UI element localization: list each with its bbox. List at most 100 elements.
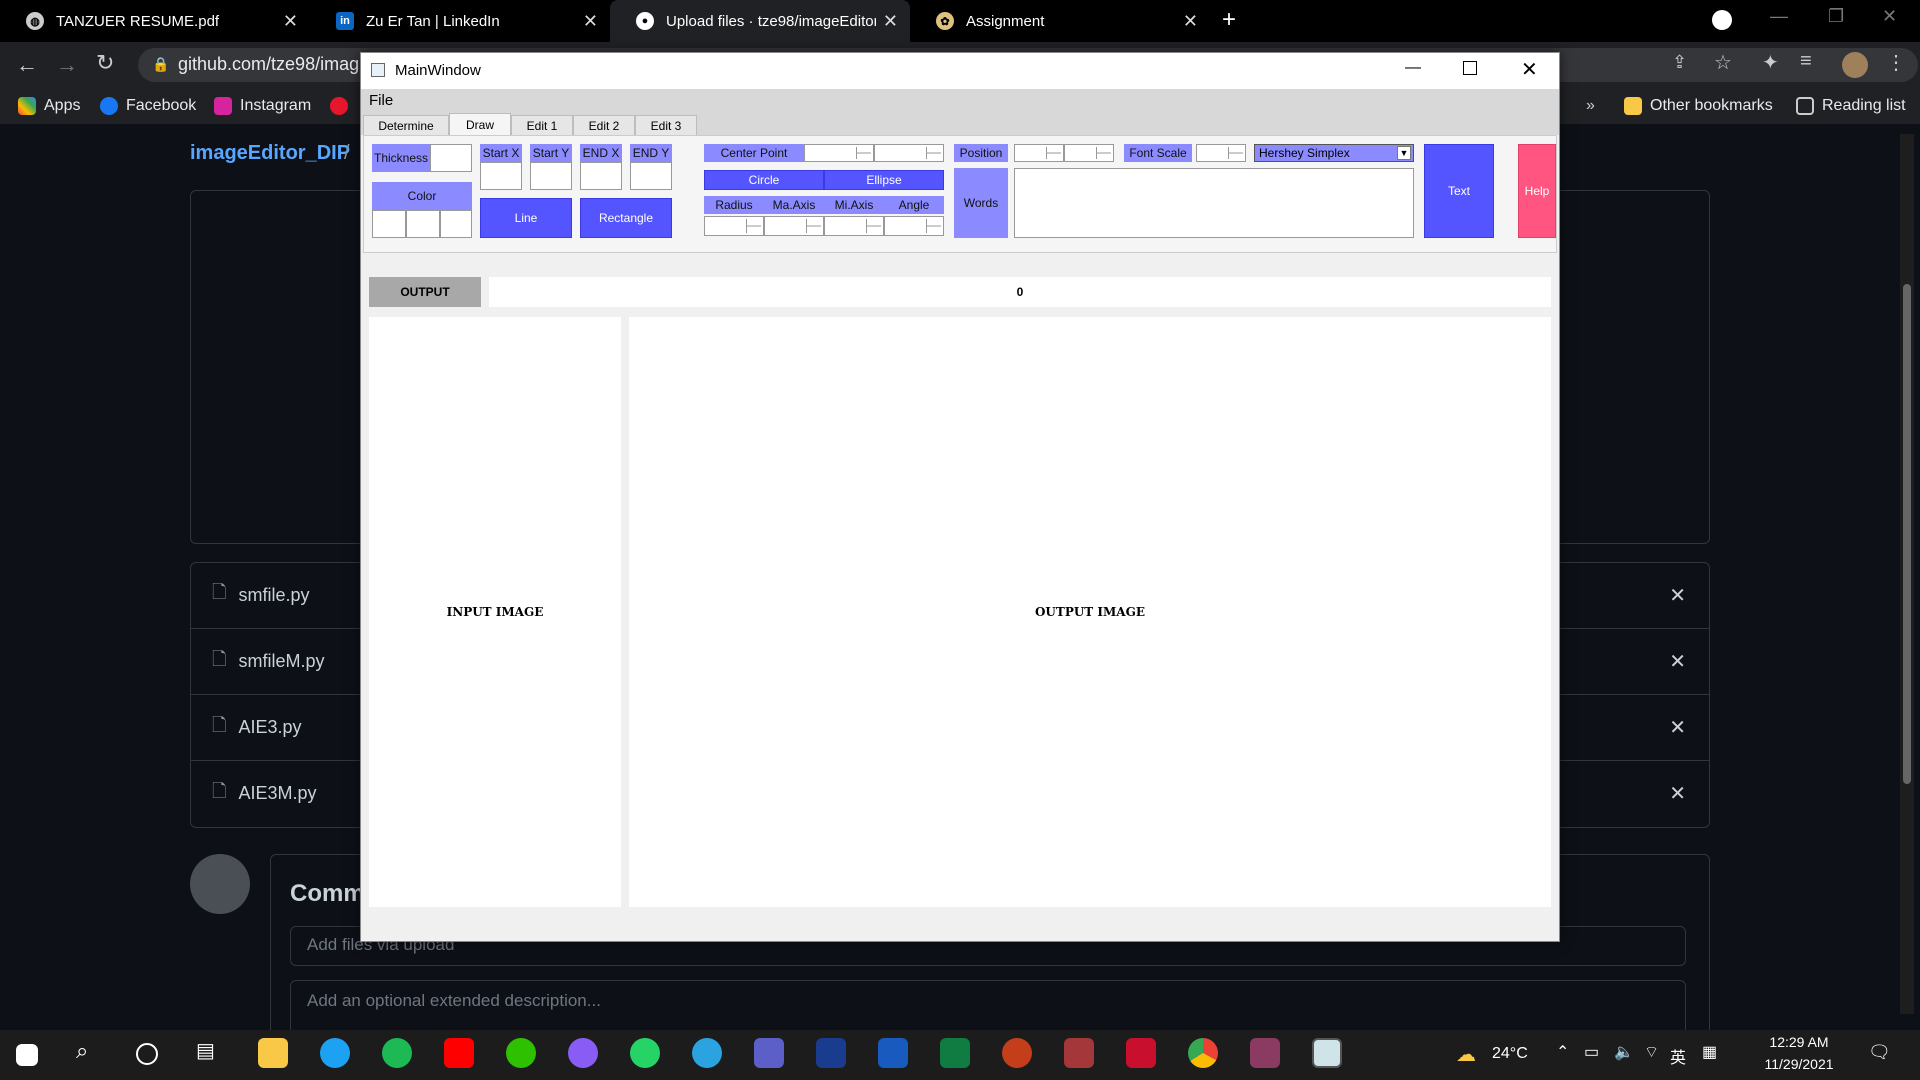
- ime-mode-icon[interactable]: ▦: [1702, 1042, 1717, 1062]
- wifi-icon[interactable]: ⌔: [1644, 1042, 1659, 1062]
- start-y-input[interactable]: [530, 162, 572, 190]
- star-icon[interactable]: ☆: [1714, 50, 1732, 75]
- teams-icon[interactable]: [754, 1038, 784, 1068]
- rectangle-button[interactable]: Rectangle: [580, 198, 672, 238]
- remove-file-icon[interactable]: ✕: [1669, 649, 1686, 674]
- color-g-input[interactable]: [406, 210, 440, 238]
- tab-draw[interactable]: Draw: [449, 113, 511, 135]
- repo-link[interactable]: imageEditor_DIP: [190, 142, 350, 165]
- start-x-input[interactable]: [480, 162, 522, 190]
- thickness-input[interactable]: [430, 144, 472, 172]
- forward-icon[interactable]: →: [56, 52, 78, 78]
- color-b-input[interactable]: [440, 210, 472, 238]
- notification-icon[interactable]: 🗨: [1868, 1042, 1891, 1063]
- close-icon[interactable]: ✕: [1521, 57, 1538, 82]
- mi-axis-spinbox[interactable]: [824, 216, 884, 236]
- tray-chevron-icon[interactable]: ⌃: [1556, 1042, 1569, 1062]
- close-tab-icon[interactable]: ✕: [583, 11, 598, 32]
- mendeley-icon[interactable]: [1126, 1038, 1156, 1068]
- minimize-icon[interactable]: —: [1770, 6, 1788, 27]
- twitter-icon[interactable]: [320, 1038, 350, 1068]
- avatar[interactable]: [1842, 52, 1868, 78]
- remove-file-icon[interactable]: ✕: [1669, 583, 1686, 608]
- menu-file[interactable]: File: [369, 92, 393, 109]
- whatsapp-icon[interactable]: [630, 1038, 660, 1068]
- close-tab-icon[interactable]: ✕: [883, 11, 898, 32]
- winrar-icon[interactable]: [1250, 1038, 1280, 1068]
- remove-file-icon[interactable]: ✕: [1669, 715, 1686, 740]
- bookmark-instagram[interactable]: Instagram: [214, 88, 311, 124]
- powerpoint-icon[interactable]: [1002, 1038, 1032, 1068]
- clock-time[interactable]: 12:29 AM: [1744, 1034, 1854, 1050]
- search-icon[interactable]: ⌕: [76, 1038, 106, 1068]
- font-scale-spinbox[interactable]: [1196, 144, 1246, 162]
- share-icon[interactable]: ⇪: [1672, 52, 1687, 73]
- tab-search-icon[interactable]: [1712, 10, 1732, 30]
- wechat-icon[interactable]: [506, 1038, 536, 1068]
- browser-tab-active[interactable]: ● Upload files · tze98/imageEditor_ ✕: [610, 0, 910, 42]
- battery-icon[interactable]: ▭: [1584, 1042, 1599, 1062]
- angle-spinbox[interactable]: [884, 216, 944, 236]
- color-r-input[interactable]: [372, 210, 406, 238]
- chrome-icon[interactable]: [1188, 1038, 1218, 1068]
- start-icon[interactable]: [16, 1044, 38, 1066]
- center-x-spinbox[interactable]: [804, 144, 874, 162]
- close-tab-icon[interactable]: ✕: [1183, 11, 1198, 32]
- circle-button[interactable]: Circle: [704, 170, 824, 190]
- media-icon[interactable]: ≡: [1800, 50, 1812, 73]
- task-view-icon[interactable]: ▤: [196, 1038, 226, 1068]
- help-button[interactable]: Help: [1518, 144, 1556, 238]
- tab-edit-2[interactable]: Edit 2: [573, 115, 635, 135]
- text-button[interactable]: Text: [1424, 144, 1494, 238]
- browser-tab[interactable]: in Zu Er Tan | LinkedIn ✕: [310, 0, 610, 42]
- spotify-icon[interactable]: [382, 1038, 412, 1068]
- weather-temp[interactable]: 24°C: [1492, 1045, 1528, 1063]
- telegram-icon[interactable]: [692, 1038, 722, 1068]
- maximize-icon[interactable]: [1463, 61, 1477, 75]
- cortana-icon[interactable]: [136, 1043, 158, 1065]
- bookmark-reading-list[interactable]: Reading list: [1796, 88, 1906, 124]
- back-icon[interactable]: ←: [16, 52, 38, 78]
- access-icon[interactable]: [1064, 1038, 1094, 1068]
- word-icon[interactable]: [878, 1038, 908, 1068]
- webex-icon[interactable]: [816, 1038, 846, 1068]
- clock-date[interactable]: 11/29/2021: [1744, 1056, 1854, 1072]
- youtube-icon[interactable]: [444, 1038, 474, 1068]
- end-x-input[interactable]: [580, 162, 622, 190]
- close-icon[interactable]: ✕: [1882, 6, 1897, 27]
- ellipse-button[interactable]: Ellipse: [824, 170, 944, 190]
- restore-icon[interactable]: ❐: [1828, 6, 1844, 27]
- weibo-icon[interactable]: [330, 88, 356, 124]
- tab-determine[interactable]: Determine: [363, 115, 449, 135]
- ime-indicator[interactable]: 英: [1670, 1044, 1686, 1068]
- scrollbar-thumb[interactable]: [1903, 284, 1911, 784]
- bookmarks-overflow-icon[interactable]: »: [1586, 88, 1595, 124]
- excel-icon[interactable]: [940, 1038, 970, 1068]
- scrollbar[interactable]: [1900, 134, 1914, 1014]
- font-select[interactable]: Hershey Simplex ▼: [1254, 144, 1414, 162]
- close-tab-icon[interactable]: ✕: [283, 11, 298, 32]
- radius-spinbox[interactable]: [704, 216, 764, 236]
- end-y-input[interactable]: [630, 162, 672, 190]
- volume-icon[interactable]: 🔈: [1614, 1042, 1634, 1062]
- extensions-icon[interactable]: ✦: [1762, 50, 1779, 75]
- reload-icon[interactable]: ↻: [96, 50, 114, 76]
- line-button[interactable]: Line: [480, 198, 572, 238]
- position-y-spinbox[interactable]: [1064, 144, 1114, 162]
- menu-icon[interactable]: ⋮: [1886, 50, 1906, 75]
- remove-file-icon[interactable]: ✕: [1669, 781, 1686, 806]
- bookmark-facebook[interactable]: Facebook: [100, 88, 196, 124]
- new-tab-icon[interactable]: +: [1222, 6, 1236, 34]
- python-app-icon[interactable]: [1312, 1038, 1342, 1068]
- browser-tab[interactable]: ◍ TANZUER RESUME.pdf ✕: [0, 0, 310, 42]
- tab-edit-1[interactable]: Edit 1: [511, 115, 573, 135]
- position-x-spinbox[interactable]: [1014, 144, 1064, 162]
- words-input[interactable]: [1014, 168, 1414, 238]
- tab-edit-3[interactable]: Edit 3: [635, 115, 697, 135]
- file-explorer-icon[interactable]: [258, 1038, 288, 1068]
- bookmark-apps[interactable]: Apps: [18, 88, 80, 124]
- browser-tab[interactable]: ✿ Assignment ✕: [910, 0, 1210, 42]
- ma-axis-spinbox[interactable]: [764, 216, 824, 236]
- messenger-icon[interactable]: [568, 1038, 598, 1068]
- bookmark-other[interactable]: Other bookmarks: [1624, 88, 1773, 124]
